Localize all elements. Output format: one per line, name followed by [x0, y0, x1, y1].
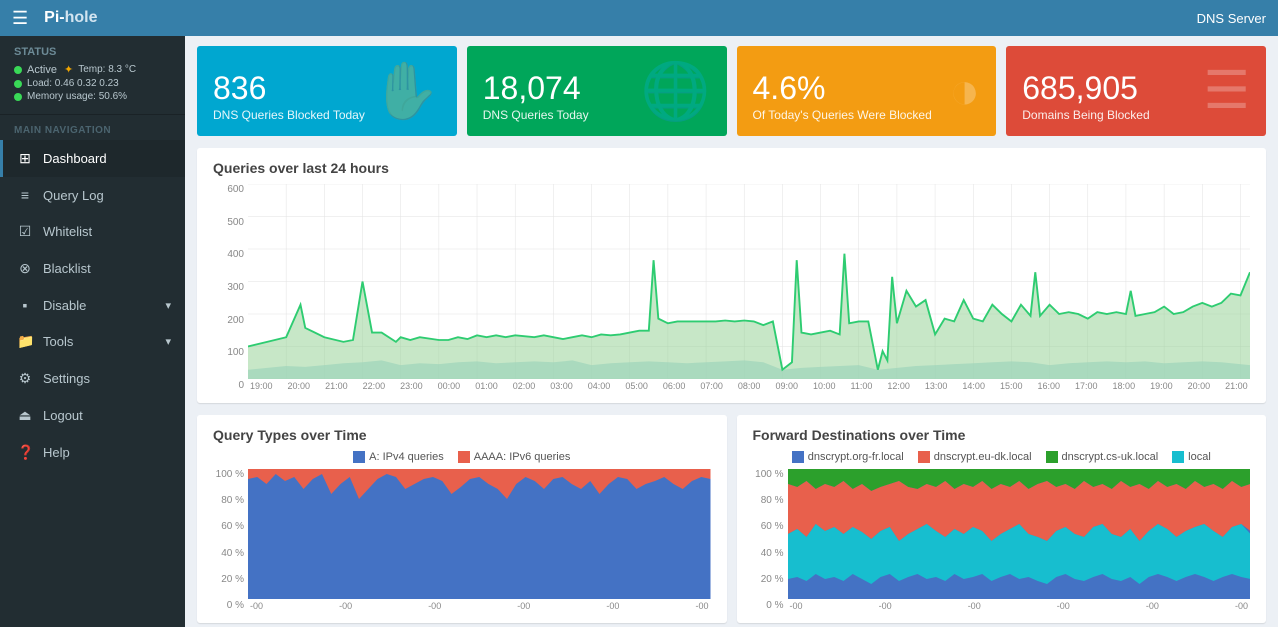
main-chart-area: 19:00 20:00 21:00 22:00 23:00 00:00 01:0…: [248, 184, 1250, 391]
sidebar-item-dashboard[interactable]: ⊞ Dashboard: [0, 140, 185, 177]
main-chart-svg: [248, 184, 1250, 379]
sidebar-item-querylog[interactable]: ≡ Query Log: [0, 177, 185, 213]
app-logo: Pi-hole: [44, 9, 97, 27]
stat-card-domains: ☰ 685,905 Domains Being Blocked: [1006, 46, 1266, 136]
status-load: Load: 0.46 0.32 0.23: [14, 78, 171, 89]
sidebar-item-querylog-label: Query Log: [43, 188, 104, 203]
sidebar-item-help-label: Help: [43, 445, 70, 460]
query-types-chart-container: 100 % 80 % 60 % 40 % 20 % 0 %: [213, 469, 711, 611]
active-dot: [14, 66, 22, 74]
header: ☰ Pi-hole DNS Server: [0, 0, 1278, 36]
menu-toggle-button[interactable]: ☰: [12, 8, 28, 29]
fwd-local-color: [1172, 451, 1184, 463]
main-content: ✋ 836 DNS Queries Blocked Today 🌐 18,074…: [185, 36, 1278, 627]
help-icon: ❓: [17, 444, 33, 461]
query-types-x-axis: -00 -00 -00 -00 -00 -00: [248, 601, 711, 611]
forward-destinations-svg-area: -00 -00 -00 -00 -00 -00: [788, 469, 1251, 611]
stat-card-total: 🌐 18,074 DNS Queries Today: [467, 46, 727, 136]
forward-destinations-chart-container: 100 % 80 % 60 % 40 % 20 % 0 %: [753, 469, 1251, 611]
total-label: DNS Queries Today: [483, 108, 711, 122]
sidebar-item-settings-label: Settings: [43, 371, 90, 386]
sidebar-item-logout[interactable]: ⏏ Logout: [0, 397, 185, 434]
blocked-label: DNS Queries Blocked Today: [213, 108, 441, 122]
sidebar-status: Status Active ✦ Temp: 8.3 °C Load: 0.46 …: [0, 36, 185, 115]
sidebar-item-settings[interactable]: ⚙ Settings: [0, 360, 185, 397]
fwd-dns1-color: [792, 451, 804, 463]
query-types-panel: Query Types over Time A: IPv4 queries AA…: [197, 415, 727, 623]
disable-icon: ▪: [17, 297, 33, 313]
forward-destinations-svg: [788, 469, 1251, 599]
sidebar-item-tools[interactable]: 📁 Tools ▾: [0, 323, 185, 360]
forward-destinations-title: Forward Destinations over Time: [753, 427, 1251, 443]
query-types-y-axis: 100 % 80 % 60 % 40 % 20 % 0 %: [213, 469, 248, 611]
ipv6-legend-color: [458, 451, 470, 463]
app-wrapper: Status Active ✦ Temp: 8.3 °C Load: 0.46 …: [0, 36, 1278, 627]
sidebar-item-whitelist-label: Whitelist: [43, 224, 92, 239]
status-title: Status: [14, 46, 171, 58]
main-chart-panel: Queries over last 24 hours 600 500 400 3…: [197, 148, 1266, 403]
stat-card-blocked: ✋ 836 DNS Queries Blocked Today: [197, 46, 457, 136]
fwd-dns2-label: dnscrypt.eu-dk.local: [934, 451, 1032, 463]
query-types-svg: [248, 469, 711, 599]
percent-number: 4.6%: [753, 71, 981, 106]
tools-expand-icon: ▾: [165, 335, 171, 348]
memory-dot: [14, 93, 22, 101]
query-types-title: Query Types over Time: [213, 427, 711, 443]
ipv4-legend-color: [353, 451, 365, 463]
sidebar-item-blacklist[interactable]: ⊗ Blacklist: [0, 250, 185, 287]
sidebar-item-tools-label: Tools: [43, 334, 73, 349]
fwd-dns1-label: dnscrypt.org-fr.local: [808, 451, 904, 463]
main-chart-title: Queries over last 24 hours: [213, 160, 1250, 176]
ipv6-legend-label: AAAA: IPv6 queries: [474, 451, 571, 463]
forward-destinations-legend: dnscrypt.org-fr.local dnscrypt.eu-dk.loc…: [753, 451, 1251, 463]
logout-icon: ⏏: [17, 407, 33, 424]
sidebar-item-dashboard-label: Dashboard: [43, 151, 107, 166]
dashboard-icon: ⊞: [17, 150, 33, 167]
sidebar-item-logout-label: Logout: [43, 408, 83, 423]
main-chart-x-axis: 19:00 20:00 21:00 22:00 23:00 00:00 01:0…: [248, 381, 1250, 391]
sidebar-item-disable[interactable]: ▪ Disable ▾: [0, 287, 185, 323]
forward-destinations-y-axis: 100 % 80 % 60 % 40 % 20 % 0 %: [753, 469, 788, 611]
settings-icon: ⚙: [17, 370, 33, 387]
sidebar-item-whitelist[interactable]: ☑ Whitelist: [0, 213, 185, 250]
fwd-dns3-color: [1046, 451, 1058, 463]
bottom-charts-row: Query Types over Time A: IPv4 queries AA…: [197, 415, 1266, 623]
status-active: Active ✦ Temp: 8.3 °C: [14, 63, 171, 76]
ipv4-legend-label: A: IPv4 queries: [369, 451, 444, 463]
forward-destinations-panel: Forward Destinations over Time dnscrypt.…: [737, 415, 1267, 623]
percent-label: Of Today's Queries Were Blocked: [753, 108, 981, 122]
query-types-svg-area: -00 -00 -00 -00 -00 -00: [248, 469, 711, 611]
main-chart-y-axis: 600 500 400 300 200 100 0: [213, 184, 248, 391]
querylog-icon: ≡: [17, 187, 33, 203]
sidebar-item-disable-label: Disable: [43, 298, 86, 313]
fwd-dns3-label: dnscrypt.cs-uk.local: [1062, 451, 1159, 463]
fwd-dns2-color: [918, 451, 930, 463]
fwd-local-label: local: [1188, 451, 1211, 463]
sidebar: Status Active ✦ Temp: 8.3 °C Load: 0.46 …: [0, 36, 185, 627]
forward-destinations-x-axis: -00 -00 -00 -00 -00 -00: [788, 601, 1251, 611]
stat-cards-row: ✋ 836 DNS Queries Blocked Today 🌐 18,074…: [197, 46, 1266, 136]
whitelist-icon: ☑: [17, 223, 33, 240]
tools-icon: 📁: [17, 333, 33, 350]
disable-expand-icon: ▾: [165, 299, 171, 312]
query-types-legend: A: IPv4 queries AAAA: IPv6 queries: [213, 451, 711, 463]
header-right-label: DNS Server: [1197, 11, 1266, 26]
sidebar-item-blacklist-label: Blacklist: [43, 261, 91, 276]
sidebar-item-help[interactable]: ❓ Help: [0, 434, 185, 471]
stat-card-percent: ◑ 4.6% Of Today's Queries Were Blocked: [737, 46, 997, 136]
nav-section-label: MAIN NAVIGATION: [0, 115, 185, 140]
domains-label: Domains Being Blocked: [1022, 108, 1250, 122]
status-memory: Memory usage: 50.6%: [14, 91, 171, 102]
load-dot: [14, 80, 22, 88]
blacklist-icon: ⊗: [17, 260, 33, 277]
